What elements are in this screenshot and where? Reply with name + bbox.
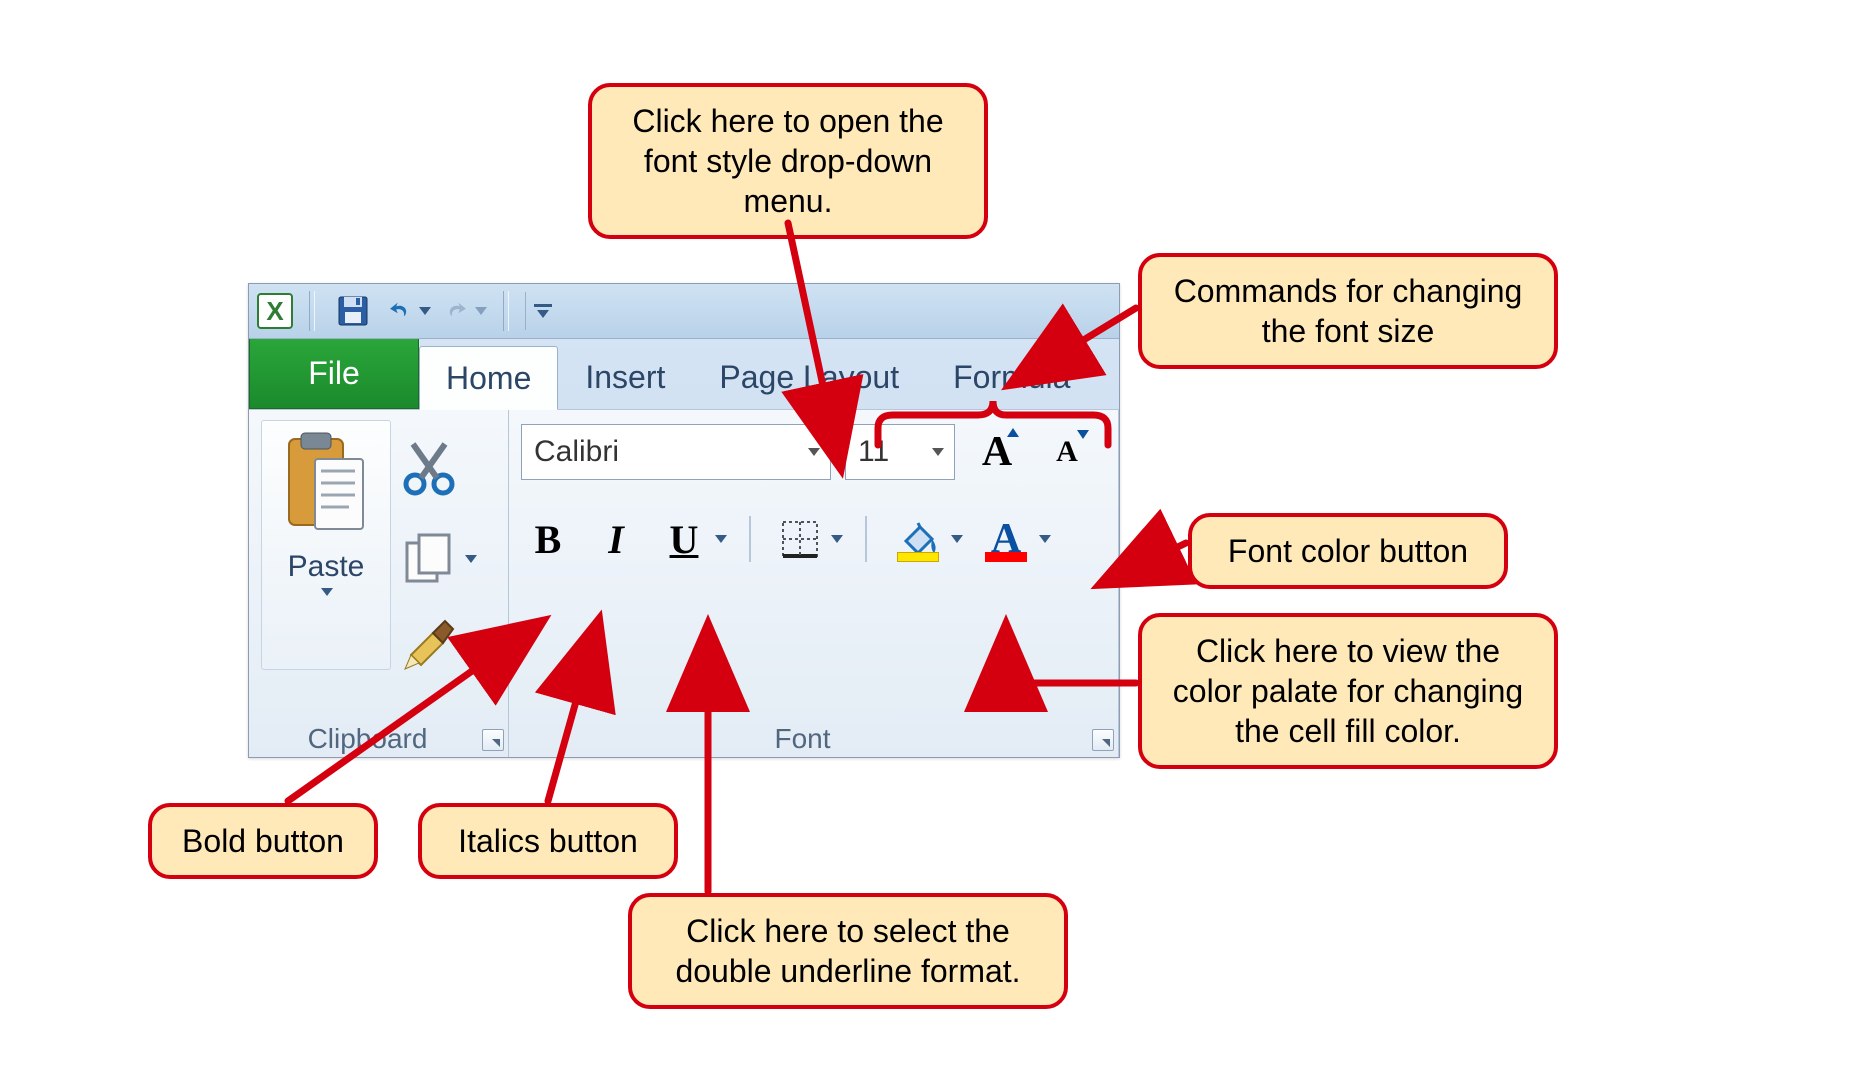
dropdown-caret-icon (932, 448, 944, 456)
font-color-swatch (985, 552, 1027, 562)
tab-file-label: File (308, 355, 360, 392)
customize-qat-button[interactable] (525, 292, 553, 330)
group-clipboard-label: Clipboard (249, 723, 486, 755)
borders-button[interactable] (773, 512, 827, 566)
fill-color-split-button[interactable] (889, 512, 963, 566)
tab-page-layout[interactable]: Page Layout (692, 345, 926, 409)
letter-a-small: A (1056, 435, 1078, 469)
fill-color-swatch (897, 552, 939, 562)
ribbon-groups: Paste (249, 409, 1119, 757)
callout-text: Font color button (1228, 533, 1468, 569)
callout-italics: Italics button (418, 803, 678, 879)
font-row-2: B I U (521, 512, 1051, 566)
fill-color-button[interactable] (889, 512, 947, 566)
separator (749, 516, 751, 562)
callout-text: Commands for changing the font size (1174, 273, 1523, 349)
title-bar: X (249, 284, 1119, 339)
excel-ribbon: X (248, 283, 1120, 758)
group-font-label: Font (509, 723, 1096, 755)
group-clipboard: Paste (249, 410, 509, 757)
tab-insert[interactable]: Insert (558, 345, 692, 409)
borders-icon (780, 519, 820, 559)
undo-button[interactable] (387, 291, 431, 331)
save-button[interactable] (331, 291, 375, 331)
redo-icon (443, 294, 469, 328)
paste-button[interactable]: Paste (261, 420, 391, 670)
tab-insert-label: Insert (585, 359, 665, 396)
callout-double-underline: Click here to select the double underlin… (628, 893, 1068, 1009)
scissors-icon (399, 438, 459, 498)
font-size-combo[interactable]: 11 (845, 424, 955, 480)
tab-home[interactable]: Home (419, 346, 558, 410)
callout-font-color: Font color button (1188, 513, 1508, 589)
dropdown-caret-icon (321, 588, 333, 596)
dropdown-caret-icon (808, 448, 820, 456)
font-color-split-button[interactable]: A (977, 512, 1051, 566)
qat-separator (309, 291, 315, 331)
dropdown-caret-icon[interactable] (831, 535, 843, 543)
decrease-caret-icon (1077, 430, 1089, 439)
font-name-value: Calibri (534, 435, 619, 469)
bold-button[interactable]: B (521, 512, 575, 566)
excel-app-letter: X (266, 296, 283, 327)
dropdown-caret-icon (465, 555, 477, 563)
increase-caret-icon (1007, 428, 1019, 437)
callout-text: Click here to open the font style drop-d… (632, 103, 943, 219)
format-painter-button[interactable] (399, 615, 477, 680)
underline-button[interactable]: U (657, 512, 711, 566)
underline-letter: U (670, 516, 699, 563)
dropdown-caret-icon[interactable] (951, 535, 963, 543)
paintbrush-icon (399, 615, 459, 675)
callout-font-size-commands: Commands for changing the font size (1138, 253, 1558, 369)
increase-font-size-button[interactable]: A (969, 424, 1025, 480)
cut-button[interactable] (399, 438, 477, 503)
save-icon (336, 294, 370, 328)
callout-text: Bold button (182, 823, 344, 859)
tab-home-label: Home (446, 360, 531, 397)
font-name-combo[interactable]: Calibri (521, 424, 831, 480)
separator (865, 516, 867, 562)
excel-app-icon[interactable]: X (257, 293, 293, 329)
callout-fill-color: Click here to view the color palate for … (1138, 613, 1558, 769)
dropdown-caret-icon[interactable] (715, 535, 727, 543)
copy-button[interactable] (399, 529, 477, 589)
callout-font-dropdown: Click here to open the font style drop-d… (588, 83, 988, 239)
clipboard-side-buttons (399, 420, 477, 680)
tab-formulas-label: Formula (953, 359, 1070, 396)
italic-letter: I (608, 516, 624, 563)
qat-separator (503, 291, 509, 331)
callout-bold: Bold button (148, 803, 378, 879)
italic-button[interactable]: I (589, 512, 643, 566)
ribbon-tabs: File Home Insert Page Layout Formula (249, 339, 1119, 409)
paste-label: Paste (288, 550, 365, 584)
bar-icon (534, 304, 552, 307)
tab-formulas[interactable]: Formula (926, 345, 1097, 409)
dropdown-caret-icon (419, 307, 431, 315)
copy-icon (399, 529, 459, 589)
undo-icon (387, 294, 413, 328)
font-color-button[interactable]: A (977, 512, 1035, 566)
clipboard-dialog-launcher[interactable] (482, 729, 504, 751)
font-size-value: 11 (858, 435, 889, 469)
callout-text: Click here to view the color palate for … (1173, 633, 1523, 749)
tab-file[interactable]: File (249, 339, 419, 409)
font-dialog-launcher[interactable] (1092, 729, 1114, 751)
dropdown-caret-icon (475, 307, 487, 315)
callout-text: Click here to select the double underlin… (675, 913, 1020, 989)
dropdown-caret-icon (537, 310, 549, 318)
dropdown-caret-icon[interactable] (1039, 535, 1051, 543)
group-font: Calibri 11 A A (509, 410, 1119, 757)
underline-split-button[interactable]: U (657, 512, 727, 566)
tab-page-layout-label: Page Layout (719, 359, 899, 396)
borders-split-button[interactable] (773, 512, 843, 566)
paste-icon (281, 429, 371, 544)
bold-letter: B (535, 516, 562, 563)
callout-text: Italics button (458, 823, 638, 859)
redo-button[interactable] (443, 291, 487, 331)
font-row-1: Calibri 11 A A (521, 424, 1095, 480)
decrease-font-size-button[interactable]: A (1039, 424, 1095, 480)
